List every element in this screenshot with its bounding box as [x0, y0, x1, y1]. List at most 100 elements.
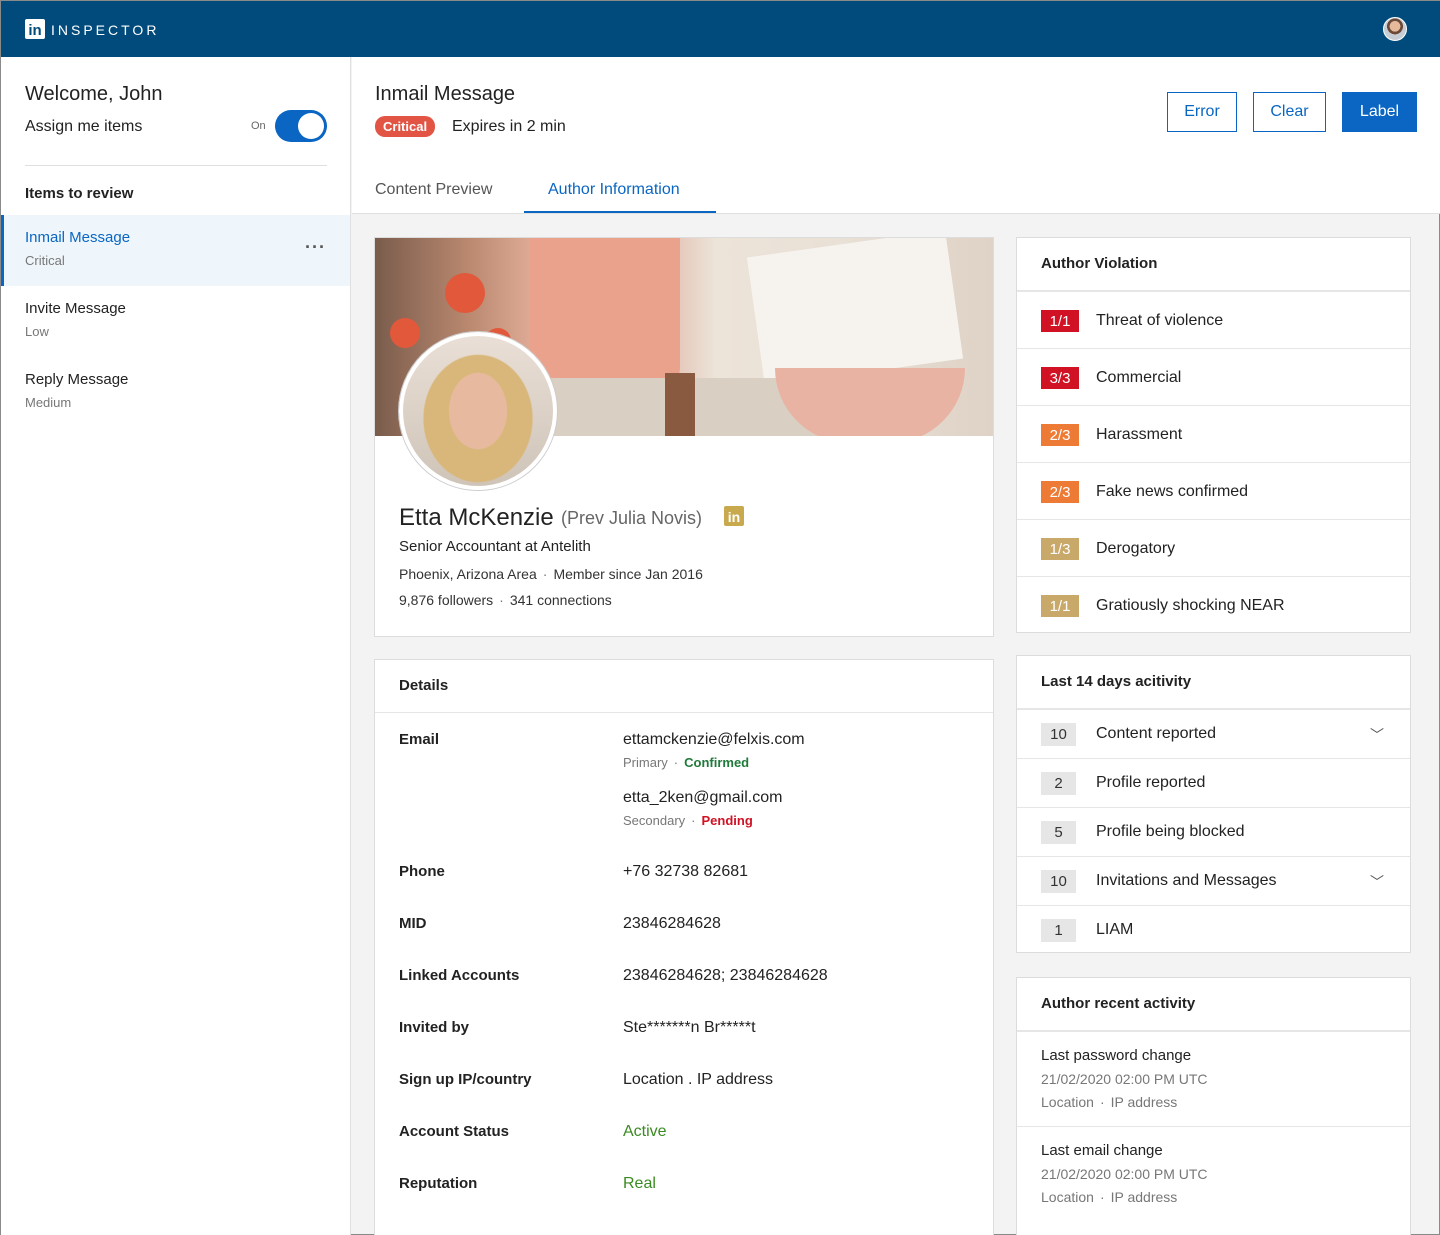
detail-label: Account Status: [399, 1123, 510, 1140]
sidebar-item-severity: Critical: [25, 253, 65, 268]
recent-activity-date: 21/02/2020 02:00 PM UTC: [1041, 1071, 1208, 1087]
violation-count-badge: 2/3: [1041, 481, 1079, 503]
email-status-pending: Pending: [701, 813, 753, 828]
error-button[interactable]: Error: [1167, 92, 1237, 132]
tab-content-preview[interactable]: Content Preview: [375, 181, 492, 199]
violation-heading: Author Violation: [1017, 238, 1410, 291]
violation-label: Commercial: [1096, 369, 1182, 386]
detail-value: Ste*******n Br*****t: [623, 1019, 756, 1036]
violation-row: 1/1 Gratiously shocking NEAR: [1017, 576, 1410, 633]
assign-label: Assign me items: [25, 118, 143, 135]
details-card: Details Email ettamckenzie@felxis.com Pr…: [374, 659, 994, 1235]
email-status-confirmed: Confirmed: [684, 755, 750, 770]
detail-label: MID: [399, 915, 427, 932]
email-secondary: etta_2ken@gmail.com: [623, 789, 783, 806]
detail-label: Reputation: [399, 1175, 478, 1192]
recent-activity-title: Last password change: [1041, 1047, 1192, 1064]
recent-activity-location: Location · IP address: [1041, 1094, 1386, 1110]
email-primary: ettamckenzie@felxis.com: [623, 731, 805, 748]
email-type: Primary: [623, 755, 668, 770]
author-violation-card: Author Violation 1/1 Threat of violence …: [1016, 237, 1411, 633]
violation-count-badge: 1/1: [1041, 595, 1079, 617]
profile-avatar: [399, 332, 557, 490]
activity-label: Profile being blocked: [1096, 823, 1245, 840]
linkedin-logo-icon: in: [25, 19, 45, 39]
activity-count-badge: 10: [1041, 723, 1076, 746]
sidebar-item-inmail[interactable]: Inmail Message Critical ···: [1, 215, 350, 286]
profile-headline: Senior Accountant at Antelith: [399, 538, 591, 555]
detail-label: Linked Accounts: [399, 967, 520, 984]
ip-text: IP address: [1110, 1189, 1178, 1205]
activity-row[interactable]: 10 Content reported ﹀: [1017, 709, 1410, 758]
toggle-knob: [298, 113, 324, 139]
assign-toggle[interactable]: [275, 110, 327, 142]
recent-activity-item: Last email change 21/02/2020 02:00 PM UT…: [1017, 1126, 1410, 1221]
violation-label: Fake news confirmed: [1096, 483, 1249, 500]
detail-value: 23846284628: [623, 915, 721, 932]
profile-previous-name: (Prev Julia Novis): [561, 508, 703, 528]
divider: [25, 165, 327, 166]
account-status-value: Active: [623, 1123, 667, 1140]
activity-row[interactable]: 10 Invitations and Messages ﹀: [1017, 856, 1410, 905]
sidebar-item-name: Invite Message: [25, 300, 126, 317]
more-options-icon[interactable]: ···: [305, 237, 326, 258]
top-bar: in INSPECTOR: [1, 1, 1440, 57]
welcome-text: Welcome, John: [25, 83, 163, 105]
violation-row: 2/3 Fake news confirmed: [1017, 462, 1410, 519]
page-title: Inmail Message: [375, 83, 516, 105]
email-secondary-meta: Secondary · Pending: [623, 813, 753, 828]
tab-author-information[interactable]: Author Information: [548, 181, 680, 199]
profile-connections: 341 connections: [509, 592, 612, 608]
chevron-down-icon[interactable]: ﹀: [1370, 872, 1384, 892]
label-button[interactable]: Label: [1342, 92, 1417, 132]
sidebar-item-reply[interactable]: Reply Message Medium: [1, 357, 350, 428]
activity-row: 2 Profile reported: [1017, 758, 1410, 807]
location-text: Location: [1041, 1094, 1094, 1110]
activity-count-badge: 10: [1041, 870, 1076, 893]
clear-button[interactable]: Clear: [1253, 92, 1326, 132]
sidebar-item-name: Inmail Message: [25, 229, 131, 246]
detail-label: Phone: [399, 863, 445, 880]
detail-value: Location . IP address: [623, 1071, 774, 1088]
violation-count-badge: 1/1: [1041, 310, 1079, 332]
recent-activity-date: 21/02/2020 02:00 PM UTC: [1041, 1166, 1208, 1182]
chevron-down-icon[interactable]: ﹀: [1370, 725, 1384, 745]
activity-count-badge: 1: [1041, 919, 1076, 942]
detail-label: Sign up IP/country: [399, 1071, 532, 1088]
items-to-review-heading: Items to review: [25, 185, 134, 202]
sidebar-item-severity: Medium: [25, 395, 72, 410]
detail-value: +76 32738 82681: [623, 863, 749, 880]
recent-activity-heading: Author recent activity: [1017, 978, 1410, 1031]
sidebar-item-invite[interactable]: Invite Message Low: [1, 286, 350, 357]
violation-label: Gratiously shocking NEAR: [1096, 597, 1285, 614]
linkedin-icon[interactable]: in: [724, 506, 744, 526]
reputation-value: Real: [623, 1175, 656, 1192]
separator: ·: [499, 592, 504, 608]
sidebar: Welcome, John Assign me items On Items t…: [1, 57, 351, 1235]
violation-row: 1/1 Threat of violence: [1017, 291, 1410, 348]
expiry-text: Expires in 2 min: [452, 118, 566, 135]
profile-location: Phoenix, Arizona Area: [399, 566, 537, 582]
violation-count-badge: 1/3: [1041, 538, 1079, 560]
violation-row: 1/3 Derogatory: [1017, 519, 1410, 576]
email-primary-meta: Primary · Confirmed: [623, 755, 749, 770]
profile-card: Etta McKenzie (Prev Julia Novis) in Seni…: [374, 237, 994, 637]
profile-member-since: Member since Jan 2016: [553, 566, 703, 582]
location-text: Location: [1041, 1189, 1094, 1205]
activity-count-badge: 5: [1041, 821, 1076, 844]
profile-followers: 9,876 followers: [399, 592, 494, 608]
activity-row: 5 Profile being blocked: [1017, 807, 1410, 856]
profile-stats-line: 9,876 followers · 341 connections: [399, 592, 612, 608]
recent-activity-card: Author recent activity Last password cha…: [1016, 977, 1411, 1235]
profile-location-line: Phoenix, Arizona Area · Member since Jan 2…: [399, 566, 703, 582]
activity-card: Last 14 days acitivity 10 Content report…: [1016, 655, 1411, 953]
details-heading: Details: [375, 660, 993, 713]
violation-count-badge: 2/3: [1041, 424, 1079, 446]
violation-label: Derogatory: [1096, 540, 1176, 557]
activity-label: Content reported: [1096, 725, 1217, 742]
recent-activity-item: Last password change 21/02/2020 02:00 PM…: [1017, 1031, 1410, 1126]
violation-row: 2/3 Harassment: [1017, 405, 1410, 462]
user-avatar[interactable]: [1383, 17, 1407, 41]
profile-name: Etta McKenzie: [399, 504, 554, 531]
violation-count-badge: 3/3: [1041, 367, 1079, 389]
